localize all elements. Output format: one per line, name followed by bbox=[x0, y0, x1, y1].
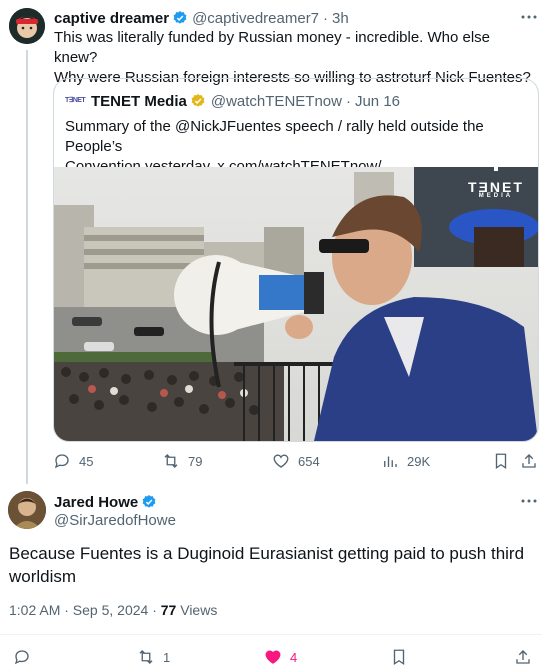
quote-media-image[interactable]: TƎNET MEDIA bbox=[54, 167, 538, 441]
tweet1-header: captive dreamer @captivedreamer7 · 3h bbox=[54, 8, 349, 28]
tweet1-text-line1: This was literally funded by Russian mon… bbox=[54, 29, 491, 66]
tweet2-meta: 1:02 AM · Sep 5, 2024 · 77 Views bbox=[9, 602, 217, 618]
quote-header: T∃NET TENET Media @watchTENETnow · Jun 1… bbox=[65, 91, 400, 111]
quote-date: Jun 16 bbox=[354, 92, 401, 110]
separator-dot: · bbox=[345, 92, 351, 110]
verified-badge-icon bbox=[142, 495, 156, 508]
verified-badge-icon bbox=[173, 11, 187, 24]
views-chart-icon bbox=[384, 456, 397, 467]
views-label: Views bbox=[176, 602, 218, 618]
reply-button[interactable] bbox=[13, 648, 31, 666]
tweet2-text: Because Fuentes is a Duginoid Eurasianis… bbox=[9, 542, 534, 588]
views-count: 29K bbox=[407, 453, 431, 469]
avatar-jared-howe[interactable] bbox=[8, 491, 46, 529]
tweet2-text-line2: worldism bbox=[9, 567, 77, 586]
tweet2-header: Jared Howe bbox=[54, 492, 157, 512]
display-name[interactable]: Jared Howe bbox=[54, 494, 138, 511]
views-button[interactable]: 29K bbox=[381, 452, 430, 470]
retweet-count: 1 bbox=[163, 649, 171, 665]
like-count: 4 bbox=[290, 649, 298, 665]
bookmark-button[interactable] bbox=[492, 452, 510, 470]
gold-verified-badge-icon bbox=[191, 94, 205, 107]
reply-button[interactable]: 45 bbox=[53, 452, 93, 470]
avatar-image bbox=[8, 491, 46, 529]
quote-handle: @watchTENETnow bbox=[210, 92, 342, 110]
bookmark-button[interactable] bbox=[390, 648, 408, 666]
like-button[interactable]: 654 bbox=[272, 452, 320, 470]
views-number: 77 bbox=[160, 602, 177, 618]
retweet-button[interactable]: 1 bbox=[137, 648, 170, 666]
separator-dot: · bbox=[323, 9, 329, 27]
quote-display-name: TENET Media bbox=[91, 92, 187, 110]
thread-line bbox=[26, 50, 28, 484]
reply-icon bbox=[14, 650, 29, 665]
divider bbox=[0, 634, 542, 635]
heart-icon bbox=[265, 650, 281, 664]
more-options-icon[interactable] bbox=[520, 492, 538, 510]
handle[interactable]: @captivedreamer7 bbox=[192, 10, 319, 27]
share-button[interactable] bbox=[520, 452, 538, 470]
tenet-avatar: T∃NET bbox=[65, 97, 86, 104]
retweet-icon bbox=[164, 454, 178, 468]
handle[interactable]: @SirJaredofHowe bbox=[54, 512, 176, 529]
share-button[interactable] bbox=[514, 648, 532, 666]
post-timestamp[interactable]: 1:02 AM · Sep 5, 2024 · bbox=[9, 602, 161, 618]
bookmark-icon bbox=[495, 453, 507, 470]
display-name[interactable]: captive dreamer bbox=[54, 10, 169, 27]
share-icon bbox=[522, 454, 536, 468]
reply-count: 45 bbox=[79, 453, 94, 469]
retweet-icon bbox=[139, 650, 153, 664]
quote-tweet-card[interactable]: T∃NET TENET Media @watchTENETnow · Jun 1… bbox=[53, 78, 539, 442]
heart-icon bbox=[273, 454, 289, 468]
retweet-count: 79 bbox=[188, 453, 203, 469]
tweet2-text-line1: Because Fuentes is a Duginoid Eurasianis… bbox=[9, 544, 525, 563]
like-button[interactable]: 4 bbox=[264, 648, 297, 666]
bookmark-icon bbox=[393, 649, 405, 666]
avatar-captive-dreamer[interactable] bbox=[9, 8, 45, 44]
rally-photo bbox=[54, 167, 538, 441]
share-icon bbox=[516, 650, 530, 664]
more-options-icon[interactable] bbox=[520, 8, 538, 26]
retweet-button[interactable]: 79 bbox=[162, 452, 202, 470]
timestamp[interactable]: 3h bbox=[332, 10, 349, 27]
tenet-watermark: TƎNET MEDIA bbox=[468, 179, 524, 199]
quote-text-line1: Summary of the @NickJFuentes speech / ra… bbox=[65, 118, 484, 155]
avatar-image bbox=[9, 8, 45, 44]
like-count: 654 bbox=[298, 453, 320, 469]
reply-icon bbox=[54, 454, 69, 469]
